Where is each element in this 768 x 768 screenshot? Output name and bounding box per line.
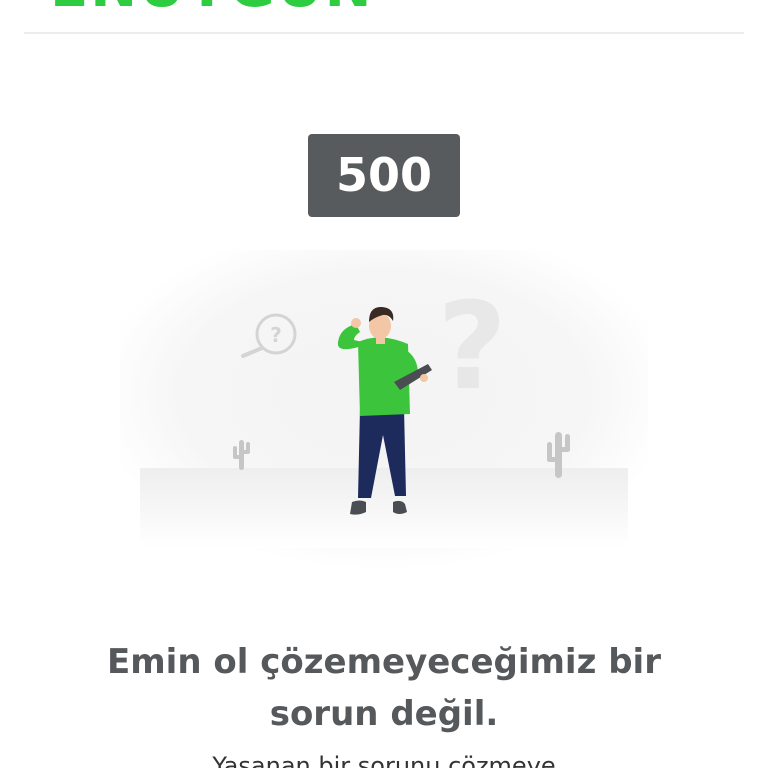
confused-person-illustration: ? ? bbox=[120, 250, 648, 570]
error-description: Yaşanan bir sorunu çözmeye bbox=[212, 752, 556, 768]
large-question-mark-icon: ? bbox=[437, 278, 507, 417]
error-headline: Emin ol çözemeyeceğimiz bir sorun değil. bbox=[84, 636, 684, 740]
error-code-badge: 500 bbox=[308, 134, 460, 217]
illustration-floor bbox=[140, 468, 628, 548]
brand-logo[interactable]: ENUYGUN bbox=[50, 0, 373, 16]
header-divider bbox=[24, 32, 744, 34]
error-headline-line-2: sorun değil. bbox=[269, 694, 499, 734]
error-headline-line-1: Emin ol çözemeyeceğimiz bir bbox=[107, 642, 661, 682]
magnifier-question-mark: ? bbox=[270, 323, 282, 347]
site-header: ENUYGUN bbox=[0, 0, 768, 36]
large-question-mark: ? bbox=[437, 278, 507, 417]
error-page: ENUYGUN 500 bbox=[0, 0, 768, 768]
